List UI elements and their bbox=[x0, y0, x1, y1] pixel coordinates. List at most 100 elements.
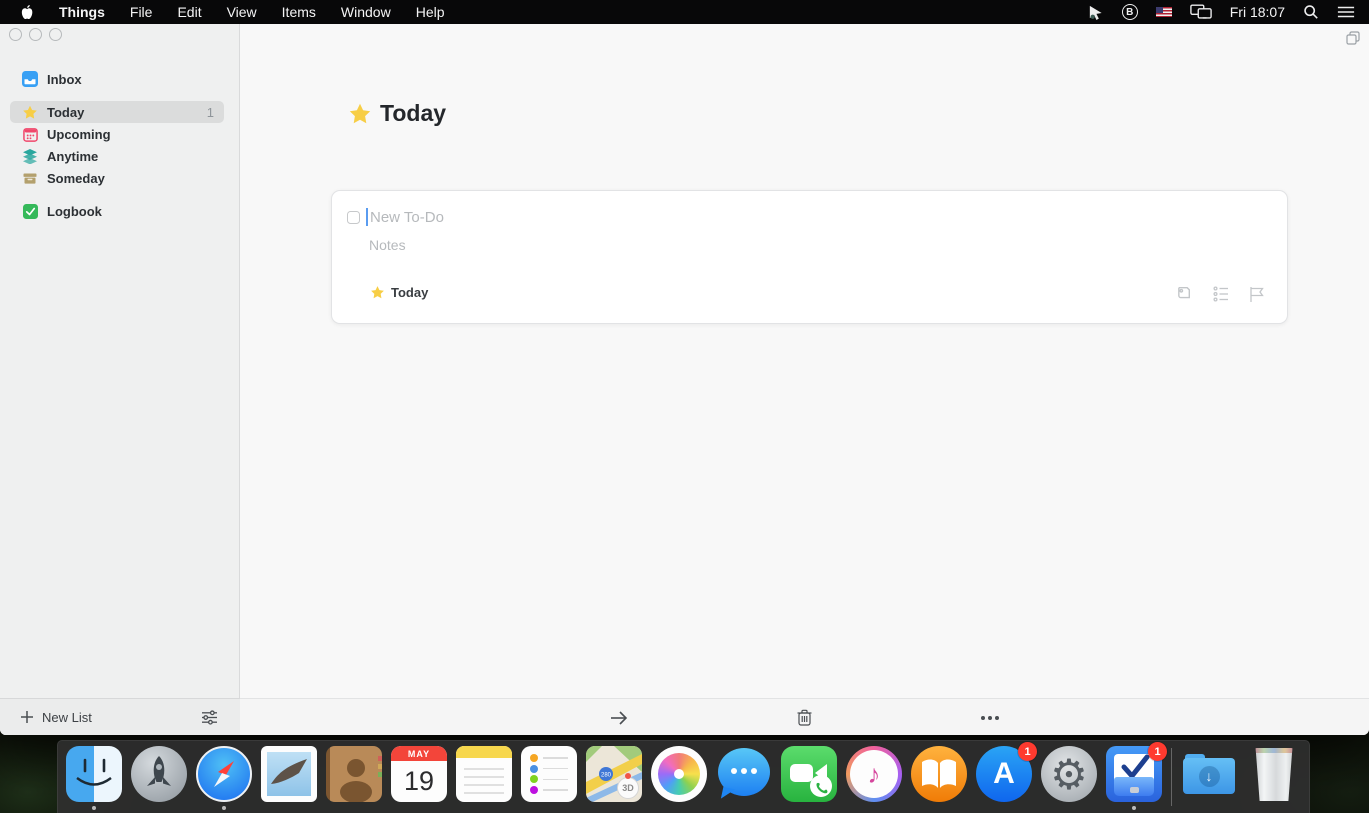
sidebar-item-today[interactable]: Today 1 bbox=[10, 101, 224, 123]
dock-downloads[interactable]: ↓ bbox=[1181, 746, 1237, 810]
page-title: Today bbox=[380, 100, 446, 127]
dock-system-preferences[interactable]: ⚙ bbox=[1041, 746, 1097, 810]
logbook-icon bbox=[22, 203, 38, 219]
dock-messages[interactable] bbox=[716, 746, 772, 810]
system-preferences-icon: ⚙ bbox=[1041, 746, 1097, 802]
sidebar-item-label: Someday bbox=[47, 171, 105, 186]
zoom-button[interactable] bbox=[49, 28, 62, 41]
menu-app-name[interactable]: Things bbox=[59, 4, 105, 20]
dock-calendar[interactable]: MAY 19 bbox=[391, 746, 447, 810]
menu-edit[interactable]: Edit bbox=[177, 4, 201, 20]
when-star-icon bbox=[370, 285, 385, 300]
duplicate-window-icon[interactable] bbox=[1346, 31, 1360, 45]
pointer-status-icon[interactable] bbox=[1087, 0, 1104, 24]
text-caret bbox=[366, 208, 368, 226]
today-count-badge: 1 bbox=[207, 105, 214, 120]
anytime-layers-icon bbox=[22, 148, 38, 164]
safari-icon bbox=[196, 746, 252, 802]
displays-icon[interactable] bbox=[1190, 0, 1212, 24]
sidebar-item-label: Logbook bbox=[47, 204, 102, 219]
mail-icon bbox=[261, 746, 317, 802]
menu-help[interactable]: Help bbox=[416, 4, 445, 20]
dock-trash[interactable] bbox=[1246, 746, 1302, 810]
dock-maps[interactable]: 280 3D bbox=[586, 746, 642, 810]
todo-when-tag[interactable]: Today bbox=[370, 285, 428, 300]
contacts-icon bbox=[326, 746, 382, 802]
close-button[interactable] bbox=[9, 28, 22, 41]
dock-ibooks[interactable] bbox=[911, 746, 967, 810]
sidebar-item-logbook[interactable]: Logbook bbox=[10, 200, 224, 222]
sidebar-item-anytime[interactable]: Anytime bbox=[10, 145, 224, 167]
dock-reminders[interactable] bbox=[521, 746, 577, 810]
b-status-icon[interactable]: B bbox=[1122, 4, 1138, 20]
plus-icon bbox=[20, 710, 34, 724]
things-badge: 1 bbox=[1148, 742, 1167, 761]
add-tag-icon[interactable] bbox=[1175, 285, 1193, 303]
dock-itunes[interactable]: ♪ bbox=[846, 746, 902, 810]
sidebar-item-label: Today bbox=[47, 105, 84, 120]
dock-photos[interactable] bbox=[651, 746, 707, 810]
new-todo-card: New To-Do Notes Today bbox=[331, 190, 1288, 324]
dock-divider bbox=[1171, 748, 1172, 806]
trash-icon[interactable] bbox=[784, 699, 824, 736]
dock-safari[interactable] bbox=[196, 746, 252, 810]
sidebar-item-inbox[interactable]: Inbox bbox=[10, 68, 224, 90]
dock-finder[interactable] bbox=[66, 746, 122, 810]
input-language-flag-icon[interactable] bbox=[1156, 0, 1172, 24]
dock-launchpad[interactable] bbox=[131, 746, 187, 810]
ibooks-icon bbox=[911, 746, 967, 802]
music-note-glyph: ♪ bbox=[868, 759, 881, 790]
messages-icon bbox=[716, 746, 772, 802]
menu-bar: Things File Edit View Items Window Help … bbox=[0, 0, 1369, 24]
main-area: Today New To-Do Notes Today bbox=[240, 24, 1369, 735]
dock-app-store[interactable]: 1 A bbox=[976, 746, 1032, 810]
running-indicator bbox=[92, 806, 96, 810]
minimize-button[interactable] bbox=[29, 28, 42, 41]
deadline-flag-icon[interactable] bbox=[1249, 286, 1265, 303]
menu-clock[interactable]: Fri 18:07 bbox=[1230, 4, 1285, 20]
more-options-icon[interactable] bbox=[970, 699, 1010, 736]
dock-contacts[interactable] bbox=[326, 746, 382, 810]
new-list-button[interactable]: New List bbox=[0, 710, 92, 725]
spotlight-search-icon[interactable] bbox=[1303, 0, 1319, 24]
todo-checkbox[interactable] bbox=[347, 211, 360, 224]
maps-3d-badge: 3D bbox=[617, 777, 639, 799]
main-toolbar bbox=[240, 698, 1369, 735]
svg-text:280: 280 bbox=[601, 773, 612, 779]
finder-icon bbox=[66, 746, 122, 802]
sidebar-item-label: Inbox bbox=[47, 72, 82, 87]
sidebar-footer: New List bbox=[0, 698, 240, 735]
gear-glyph: ⚙ bbox=[1050, 750, 1088, 799]
today-star-icon bbox=[348, 102, 372, 126]
notification-center-icon[interactable] bbox=[1337, 0, 1355, 24]
move-arrow-icon[interactable] bbox=[599, 699, 639, 736]
facetime-icon bbox=[781, 746, 837, 802]
dock-notes[interactable] bbox=[456, 746, 512, 810]
menu-items[interactable]: Items bbox=[282, 4, 316, 20]
dock-mail[interactable] bbox=[261, 746, 317, 810]
list-settings-icon[interactable] bbox=[201, 710, 218, 725]
photos-icon bbox=[651, 746, 707, 802]
dock-facetime[interactable] bbox=[781, 746, 837, 810]
maps-icon: 280 3D bbox=[586, 746, 642, 802]
things-window: Inbox Today 1 Upcoming Anytime Som bbox=[0, 24, 1369, 735]
menu-view[interactable]: View bbox=[227, 4, 257, 20]
todo-notes-input[interactable]: Notes bbox=[369, 237, 406, 253]
downloads-folder-icon: ↓ bbox=[1181, 746, 1237, 802]
sidebar-item-label: Upcoming bbox=[47, 127, 111, 142]
itunes-icon: ♪ bbox=[846, 746, 902, 802]
todo-title-input[interactable]: New To-Do bbox=[370, 209, 444, 226]
sidebar-item-someday[interactable]: Someday bbox=[10, 167, 224, 189]
app-store-glyph: A bbox=[993, 757, 1015, 791]
running-indicator bbox=[1132, 806, 1136, 810]
menu-file[interactable]: File bbox=[130, 4, 153, 20]
app-store-badge: 1 bbox=[1018, 742, 1037, 761]
sidebar: Inbox Today 1 Upcoming Anytime Som bbox=[0, 24, 240, 735]
calendar-month: MAY bbox=[391, 746, 447, 761]
sidebar-item-upcoming[interactable]: Upcoming bbox=[10, 123, 224, 145]
apple-menu-icon[interactable] bbox=[20, 0, 34, 24]
checklist-icon[interactable] bbox=[1213, 286, 1229, 302]
dock-things[interactable]: 1 bbox=[1106, 746, 1162, 810]
menu-window[interactable]: Window bbox=[341, 4, 391, 20]
running-indicator bbox=[222, 806, 226, 810]
